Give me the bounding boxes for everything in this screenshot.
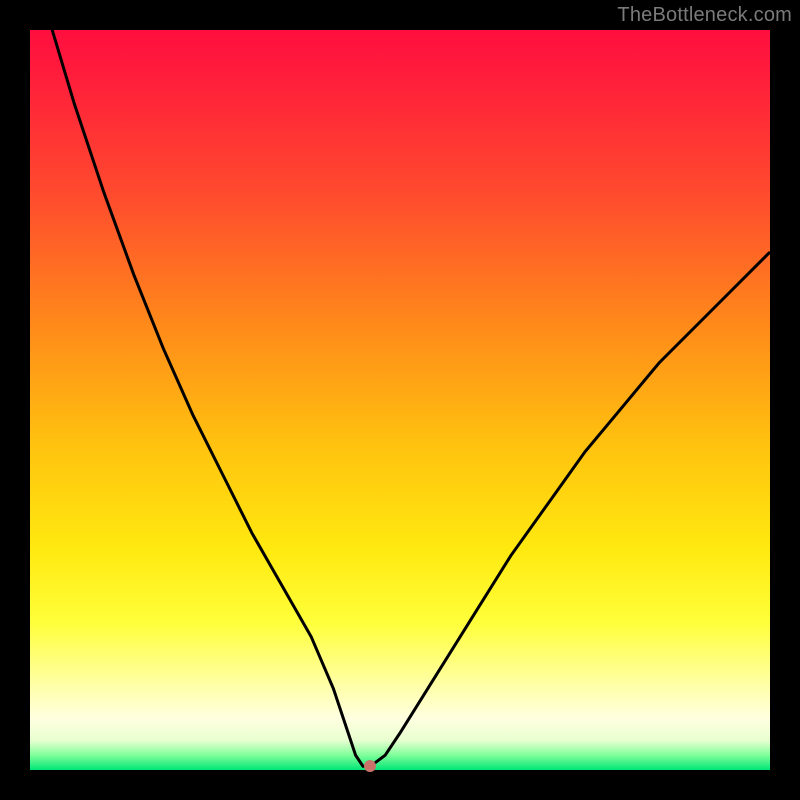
plot-area (30, 30, 770, 770)
watermark-text: TheBottleneck.com (617, 4, 792, 27)
bottleneck-curve (30, 30, 770, 770)
chart-frame: TheBottleneck.com (0, 0, 800, 800)
minimum-marker (364, 760, 376, 772)
